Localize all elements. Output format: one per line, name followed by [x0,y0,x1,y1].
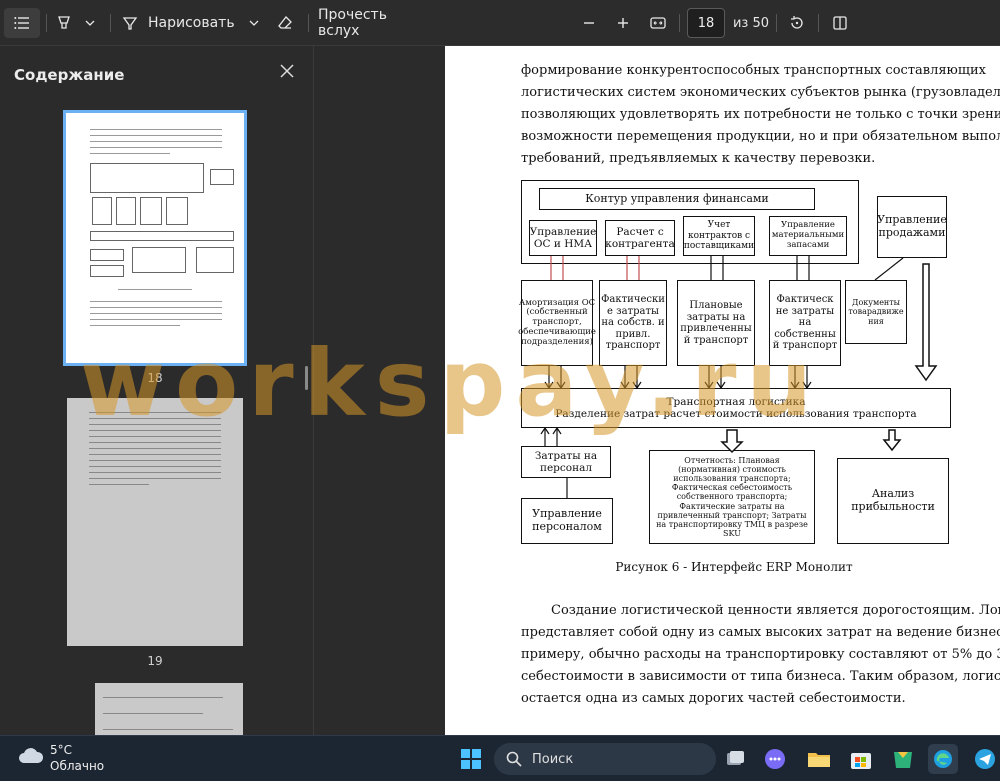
close-contents-button[interactable] [276,60,298,82]
diagram-connectors [540,256,938,498]
search-icon [506,751,522,767]
taskbar: 5°C Облачно Поиск [0,735,1000,781]
plus-icon [618,18,628,28]
list-icon [14,17,29,29]
store-icon [851,753,871,769]
highlighter-icon [58,16,70,29]
temperature: 5°C [50,743,73,757]
windows-icon [461,749,481,769]
task-view-button[interactable] [720,744,750,774]
zoom-out-button[interactable] [576,8,602,38]
page-thumbnail-19[interactable] [67,398,243,646]
separator [776,14,777,32]
close-icon [280,64,294,78]
chat-icon [765,749,785,769]
page-thumbnail-20[interactable] [95,683,243,735]
text-line: себестоимости в зависимости от типа бизн… [521,669,1000,684]
eraser-button[interactable] [272,8,298,38]
pdf-reader-window: Нарисовать Прочесть вслух 18 из 50 Содер… [0,0,1000,735]
search-label: Поиск [532,751,574,767]
task-view-icon [727,751,744,765]
chevron-down-icon [249,20,259,26]
file-explorer-button[interactable] [804,744,834,774]
erp-diagram: Контур управления финансами Управление О… [445,46,1000,586]
body-paragraph: Создание логистической ценности является… [521,600,1000,710]
zoom-in-button[interactable] [610,8,636,38]
draw-button[interactable]: Нарисовать [122,8,242,38]
cloud-icon [19,748,44,763]
draw-dropdown[interactable] [244,8,264,38]
folder-icon [808,753,830,767]
chevron-down-icon [85,20,95,26]
highlight-dropdown[interactable] [80,8,100,38]
telegram-icon [975,749,995,769]
read-aloud-label: Прочесть вслух [318,7,387,39]
document-viewer: формирование конкурентоспособных транспо… [315,46,1000,735]
figure-caption: Рисунок 6 - Интерфейс ERP Монолит [615,560,853,574]
weather-text: Облачно [50,759,105,773]
page-view-button[interactable] [826,8,854,38]
store-button[interactable] [846,744,876,774]
fit-page-icon [650,17,666,29]
separator [818,14,819,32]
eraser-icon [278,16,292,29]
minus-icon [584,22,594,24]
page-thumbnail-18[interactable] [63,110,247,366]
toolbar: Нарисовать Прочесть вслух 18 из 50 [0,0,1000,46]
read-aloud-button[interactable]: Прочесть вслух [318,7,428,39]
thumbnail-number-18: 18 [147,371,163,385]
rotate-icon [791,16,803,29]
edge-icon [934,750,952,768]
separator [679,14,680,32]
page-number-input[interactable]: 18 [687,8,725,38]
edge-button[interactable] [928,744,958,774]
start-button[interactable] [456,744,486,774]
highlight-button[interactable] [52,8,76,38]
separator [46,14,47,32]
text-line: представляет собой одну из самых высоких… [521,625,1000,640]
sidebar-scrollbar[interactable] [305,366,308,390]
contents-toggle-button[interactable] [4,8,40,38]
separator [110,14,111,32]
app-icon [894,752,912,768]
rotate-button[interactable] [784,8,810,38]
document-page: формирование конкурентоспособных транспо… [445,46,1000,735]
thumbnail-number-19: 19 [147,654,163,668]
taskbar-search[interactable]: Поиск [494,743,716,775]
text-line: примеру, обычно расходы на транспортиров… [521,647,1000,662]
pen-icon [122,17,138,30]
contents-pane: Содержание 18 19 [0,46,314,735]
draw-label: Нарисовать [148,15,235,31]
telegram-button[interactable] [970,744,1000,774]
page-view-icon [833,16,847,30]
fit-width-button[interactable] [645,8,671,38]
text-line: Создание логистической ценности является… [551,603,1000,618]
separator [308,14,309,32]
contents-title: Содержание [14,66,125,84]
chat-button[interactable] [760,744,790,774]
page-total: из 50 [732,15,770,31]
text-line: остается одна из самых дорогих частей се… [521,691,906,706]
app-button[interactable] [888,744,918,774]
